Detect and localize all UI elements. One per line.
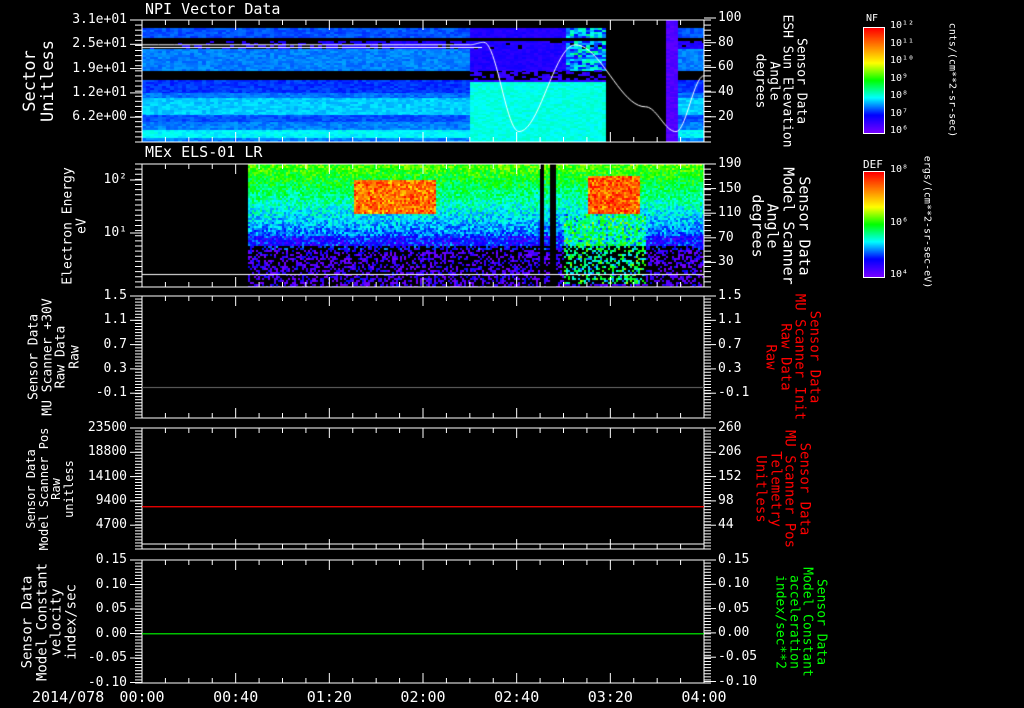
- ylabel-line: Sensor Data: [26, 313, 42, 401]
- colorbar-tick-label: 10⁷: [890, 107, 909, 119]
- date-label: 2014/078: [32, 688, 105, 706]
- panel-5-frame: [141, 559, 705, 684]
- y2-tick-label: 260: [718, 420, 742, 435]
- y2-tick-label: 0.3: [718, 360, 742, 376]
- y2-tick-label: 206: [718, 444, 742, 460]
- ylabel-line: Raw: [67, 345, 83, 369]
- ylabel-line: Model Constant: [34, 562, 51, 681]
- ylabel-line: Electron Energy: [60, 166, 76, 285]
- y-tick-label: 3.1e+01: [72, 12, 127, 27]
- y2label-line: index/sec**2: [772, 574, 788, 669]
- y2-tick-label: 1.5: [718, 288, 742, 303]
- y2label-line: Sensor Data: [795, 175, 814, 276]
- ylabel-line: velocity: [49, 587, 65, 656]
- y2-tick-label: -0.1: [718, 385, 750, 401]
- y2label-line: Angle: [764, 202, 782, 249]
- colorbar-tick-label: 10⁴: [890, 269, 909, 280]
- colorbar-tick-label: 10¹²: [890, 20, 915, 31]
- y2-tick-label: -0.05: [718, 649, 758, 665]
- panel-3-ylabel: Sensor Data MU Scanner +30V Raw Data Raw: [26, 298, 83, 416]
- ylabel-line: Sensor Data: [23, 448, 38, 529]
- time-tick-label: 02:00: [400, 688, 446, 706]
- panel-2-ylabel: Electron Energy eV: [60, 166, 89, 285]
- panel-5-y2label: Sensor Data Model Constant acceleration ind…: [772, 566, 829, 677]
- plot-axes: [130, 17, 716, 684]
- colorbar-tick-label: 10⁸: [890, 90, 909, 101]
- colorbar-tick-label: 10⁶: [890, 125, 909, 136]
- panel-1-y2label: Sensor Data ESH Sun Elevation Angle degrees: [752, 14, 809, 148]
- colorbar-tick-label: 10¹¹: [890, 37, 915, 49]
- y2-tick-label: 100: [718, 10, 742, 25]
- y2label-line: ESH Sun Elevation: [779, 14, 795, 148]
- time-tick-label: 04:00: [681, 688, 727, 706]
- y2-tick-label: 0.00: [718, 624, 750, 640]
- y2label-line: Model Constant: [799, 566, 815, 677]
- panel-4-ylabel: Sensor Data Model Scanner Pos Raw unitless: [23, 427, 76, 550]
- y2-tick-label: 0.15: [718, 552, 750, 567]
- y2label-line: MU Scanner Init: [791, 293, 808, 421]
- y2label-line: Model Scanner: [779, 166, 798, 285]
- time-tick-label: 03:20: [587, 688, 633, 706]
- y2-tick-label: 98: [718, 492, 734, 508]
- y2label-line: acceleration: [786, 574, 801, 669]
- panel-2-frame: [141, 163, 705, 288]
- y2label-line: Sensor Data: [793, 37, 809, 125]
- colorbar-tick-label: 10⁸: [890, 164, 909, 175]
- y2-tick-label: 110: [718, 205, 742, 221]
- panel-4-y2label: Sensor Data MU Scanner Pos Telemetry Unitle…: [752, 429, 813, 548]
- panel-2-y2label: Sensor Data Model Scanner Angle degrees: [748, 166, 814, 285]
- ylabel-line: Raw Data: [54, 325, 69, 389]
- y2-tick-label: 40: [718, 84, 734, 100]
- ylabel-line: unitless: [61, 459, 76, 518]
- ylabel-line: index/sec: [63, 583, 80, 660]
- y2-tick-label: 150: [718, 180, 742, 196]
- time-tick-label: 02:40: [494, 688, 540, 706]
- y2-tick-label: 0.10: [718, 576, 750, 592]
- time-tick-label: 01:20: [306, 688, 352, 706]
- panel-1-frame: [141, 19, 705, 143]
- y2-tick-label: 80: [718, 34, 734, 50]
- y2-tick-label: -0.10: [718, 673, 758, 689]
- time-tick-label: 00:40: [213, 688, 259, 706]
- y2-tick-label: 1.1: [718, 312, 742, 328]
- y2label-line: degrees: [748, 193, 767, 258]
- colorbar-tick-label: 10⁹: [890, 72, 909, 84]
- y2label-line: Unitless: [752, 454, 769, 523]
- y2-tick-label: 0.7: [718, 336, 742, 352]
- panel-4-frame: [141, 427, 705, 550]
- y2-tick-label: 60: [718, 59, 734, 75]
- y2-tick-label: 44: [718, 517, 734, 533]
- colorbar-tick-label: 10⁶: [890, 216, 909, 228]
- ylabel-line: Unitless: [38, 40, 58, 122]
- ylabel-line: MU Scanner +30V: [40, 298, 56, 416]
- panel-3-frame: [141, 295, 705, 419]
- y2-tick-label: 70: [718, 229, 734, 245]
- panel-1-ylabel: Sector Unitless: [20, 40, 58, 122]
- y2-tick-label: 20: [718, 108, 734, 124]
- y2-tick-label: 0.05: [718, 600, 750, 616]
- y2label-line: Sensor Data: [813, 578, 829, 665]
- y2label-line: MU Scanner Pos: [781, 429, 798, 548]
- y-tick-label: 1.9e+01: [72, 60, 127, 76]
- y2label-line: degrees: [752, 53, 768, 109]
- ylabel-line: Raw: [49, 477, 63, 500]
- ylabel-line: Sensor Data: [19, 575, 36, 668]
- y2label-line: Telemetry: [767, 450, 783, 527]
- y2label-line: Angle: [766, 61, 781, 101]
- y2-tick-label: 190: [718, 156, 742, 171]
- ylabel-line: eV: [74, 217, 89, 234]
- y2label-line: Raw: [762, 344, 779, 370]
- y2-tick-label: 152: [718, 468, 742, 484]
- y-tick-label: 2.5e+01: [72, 36, 127, 52]
- y2label-line: Raw Data: [777, 323, 793, 391]
- colorbar-tick-label: 10¹⁰: [890, 55, 915, 66]
- panel-5-ylabel: Sensor Data Model Constant velocity index/s…: [19, 562, 80, 681]
- y2label-line: Sensor Data: [806, 310, 823, 404]
- y-tick-label: 1.2e+01: [72, 84, 127, 100]
- time-tick-label: 00:00: [119, 688, 165, 706]
- y-tick-label: 6.2e+00: [72, 109, 127, 125]
- panel-3-y2label: Sensor Data MU Scanner Init Raw Data Raw: [762, 293, 823, 421]
- y2label-line: Sensor Data: [796, 442, 813, 535]
- y2-tick-label: 30: [718, 254, 734, 270]
